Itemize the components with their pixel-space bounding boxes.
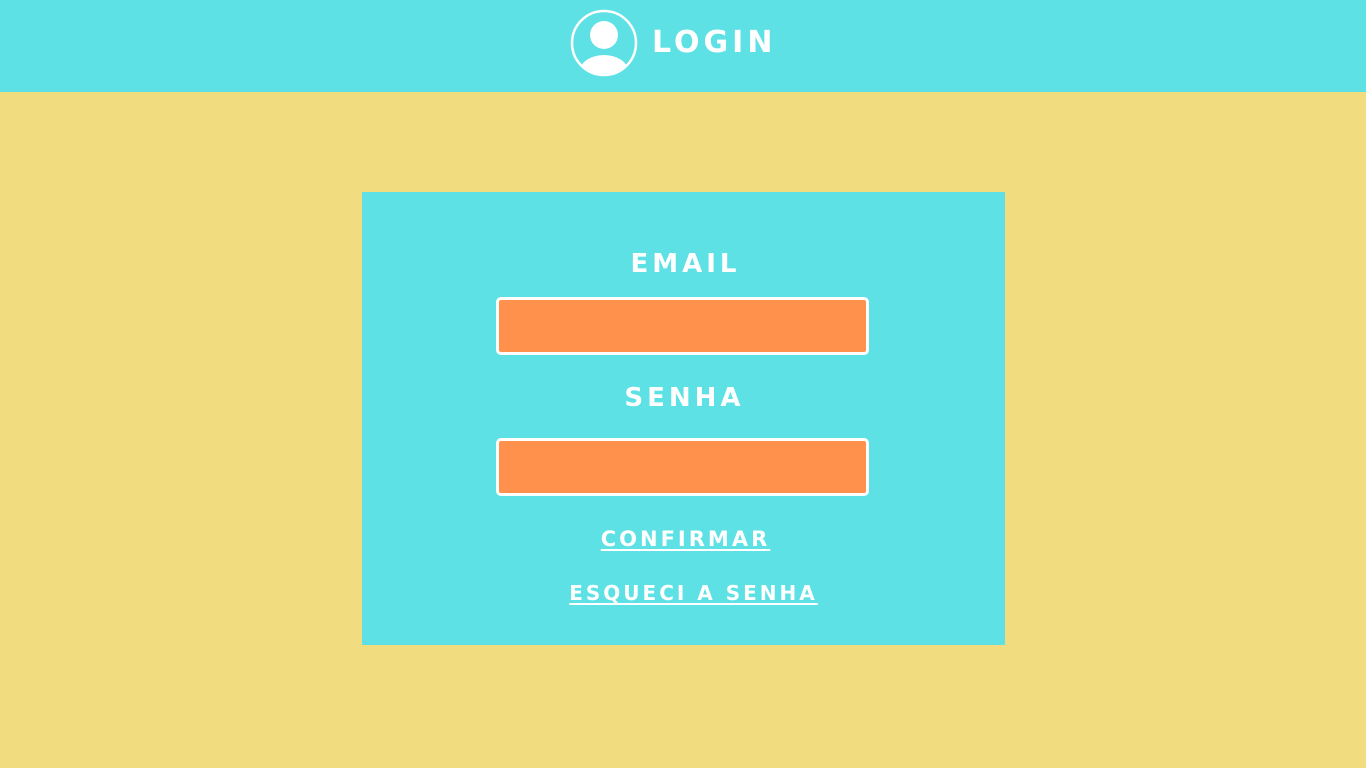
forgot-password-link[interactable]: ESQUECI A SENHA [372,580,1015,606]
header-bar: LOGIN [0,0,1366,92]
user-avatar-icon [570,9,638,77]
page-title: LOGIN [652,25,777,60]
email-label: EMAIL [630,249,741,279]
login-form-card: EMAIL SENHA CONFIRMAR ESQUECI A SENHA [362,192,1005,645]
login-page: { "header": { "title": "LOGIN", "icon": … [0,0,1366,768]
confirm-button[interactable]: CONFIRMAR [364,526,1007,552]
password-label: SENHA [624,383,745,413]
email-field[interactable] [496,297,869,355]
password-field[interactable] [496,438,869,496]
